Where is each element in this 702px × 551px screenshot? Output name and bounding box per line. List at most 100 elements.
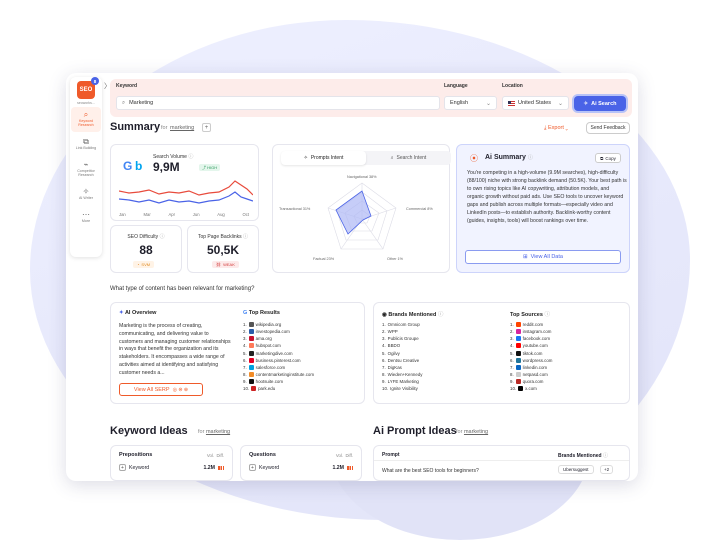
sidebar-item-more[interactable]: ⋯ More [71,207,101,228]
ai-summary-title-text: Ai Summary [485,154,526,161]
sparkle-icon: ✧ [303,155,308,161]
prompt-text[interactable]: What are the best SEO tools for beginner… [382,468,479,474]
sparkle-icon: ✧ [583,100,589,107]
backlinks-badge: ⛓ WEAK [212,261,239,268]
list-item[interactable]: 4. youtube.com [510,342,552,349]
list-item[interactable]: 7. salesforce.com [243,364,314,371]
list-item[interactable]: 8. Wieden+Kennedy [382,371,422,378]
instagram-icon [515,329,521,335]
list-item[interactable]: 8. netpasd.com [510,371,552,378]
list-item[interactable]: 7. linkedin.com [510,364,552,371]
keyword-ideas-keyword-link[interactable]: marketing [206,429,230,435]
table-row[interactable]: + Keyword 1.2M [249,464,353,471]
info-icon[interactable]: ⓘ [243,234,248,240]
list-item[interactable]: 3. ama.org [243,335,314,342]
list-item[interactable]: 10. x.com [510,385,552,392]
ai-search-button[interactable]: ✧ Ai Search [574,96,626,111]
sidebar-item-link-building[interactable]: ⧉ Link Building [71,134,101,155]
export-button[interactable]: ⤓ Export ⌄ [544,125,568,132]
info-icon[interactable]: ⓘ [188,154,193,160]
send-feedback-button[interactable]: Send Feedback [586,122,630,134]
brand-chip[interactable]: Ubersuggest [558,465,594,474]
list-item[interactable]: 1. Omnicom Group [382,321,422,328]
sidebar-item-keyword-research[interactable]: ⌕ Keyword Research [71,107,101,132]
result-domain: hubspot.com [255,343,281,349]
list-item[interactable]: 1. reddit.com [510,321,552,328]
keyword-input[interactable]: ⌕ Marketing [116,96,440,110]
list-item[interactable]: 3. facebook.com [510,335,552,342]
list-item[interactable]: 3. Publicis Groupe [382,335,422,342]
sidebar-item-ai-writer[interactable]: ✧ AI Writer [71,184,101,205]
list-item[interactable]: 10. Ignite Visibility [382,385,422,392]
intent-radar-chart [327,182,397,250]
list-item[interactable]: 9. LYFE Marketing [382,378,422,385]
list-item[interactable]: 2. investopedia.com [243,328,314,335]
add-keyword-button[interactable]: + [249,464,256,471]
list-item[interactable]: 5. Ogilvy [382,350,422,357]
sidebar-item-label: AI Writer [79,195,93,200]
list-item[interactable]: 4. hubspot.com [243,342,314,349]
keyword-volume: 1.2M [203,464,215,471]
sidebar-item-competitor-research[interactable]: ⌁ Competitor Research [71,157,101,182]
view-all-data-button[interactable]: ⊞ View All Data [465,250,621,264]
list-item[interactable]: 4. BBDO [382,342,422,349]
list-item[interactable]: 8. contentmarketinginstitute.com [243,371,314,378]
brand-name: Ogilvy [387,350,400,356]
info-icon[interactable]: ⓘ [438,312,444,318]
copy-icon: ⧉ [600,155,604,161]
ai-summary-text: You're competing in a high-volume (9.9M … [467,170,627,225]
info-icon[interactable]: ⓘ [528,155,533,161]
ai-prompt-ideas-keyword-link[interactable]: marketing [464,429,488,435]
tab-prompts-intent[interactable]: ✧ Prompts Intent [281,151,366,165]
hubspot-icon [248,343,254,349]
add-keyword-button[interactable]: + [119,464,126,471]
language-select[interactable]: English ⌄ [444,96,497,110]
list-item[interactable]: 9. hootsuite.com [243,378,314,385]
search-volume-value: 9,9M [153,160,180,174]
list-item[interactable]: 6. business.pinterest.com [243,357,314,364]
add-keyword-button[interactable]: + [202,123,211,132]
col-diff: Diff. [216,453,224,458]
top-results-title: G Top Results [243,310,280,316]
list-item[interactable]: 2. instagram.com [510,328,552,335]
ai-prompt-ideas-for: for marketing [456,429,488,435]
list-item[interactable]: 10. park.edu [243,385,314,392]
list-item[interactable]: 6. wordpress.com [510,357,552,364]
brands-list: 1. Omnicom Group 2. WPP 3. Publicis Groupe … [382,321,422,392]
serp-card: ✦ AI Overview Marketing is the process o… [110,302,365,404]
col-diff: Diff. [345,453,353,458]
list-item[interactable]: 1. wikipedia.org [243,321,314,328]
list-item[interactable]: 5. marketingdive.com [243,350,314,357]
list-item[interactable]: 2. WPP [382,328,422,335]
list-item[interactable]: 9. quora.com [510,378,552,385]
result-domain: salesforce.com [255,364,286,370]
tab-search-intent-label: Search Intent [396,155,427,161]
app-logo[interactable]: SEO 8 [77,77,99,99]
export-label: Export [547,125,564,131]
sparkle-icon: ✦ [119,310,124,316]
info-icon[interactable]: ⓘ [160,234,165,240]
location-select[interactable]: United States ⌄ [502,96,569,110]
tab-prompts-intent-label: Prompts Intent [310,155,344,161]
more-brands-chip[interactable]: +2 [600,465,614,474]
info-icon[interactable]: ⓘ [603,453,608,459]
quora-icon [515,379,521,385]
volume-trend-chart [119,180,253,204]
table-row[interactable]: + Keyword 1.2M [119,464,224,471]
list-item[interactable]: 6. Dentsu Creative [382,357,422,364]
brand-name: LYFE Marketing [387,379,419,384]
copy-button[interactable]: ⧉ Copy [595,153,621,163]
linkedin-icon [515,364,521,370]
tab-search-intent[interactable]: ⌕ Search Intent [366,151,451,165]
list-item[interactable]: 5. tiktok.com [510,350,552,357]
list-item[interactable]: 7. DigKas [382,364,422,371]
month-label: Oct [242,212,249,217]
chevron-down-icon: ⌄ [565,125,569,131]
summary-keyword-link[interactable]: marketing [170,125,194,131]
seo-difficulty-card: SEO Difficulty ⓘ 88 ◔ SVM [110,225,182,273]
top-sources-list: 1. reddit.com 2. instagram.com 3. facebook.… [510,321,552,392]
view-all-serp-button[interactable]: View All SERP ◎ ⊜ ⊕ [119,383,203,396]
info-icon[interactable]: ⓘ [544,312,550,318]
tiktok-icon [515,350,521,356]
gauge-icon: ◔ [137,262,140,267]
